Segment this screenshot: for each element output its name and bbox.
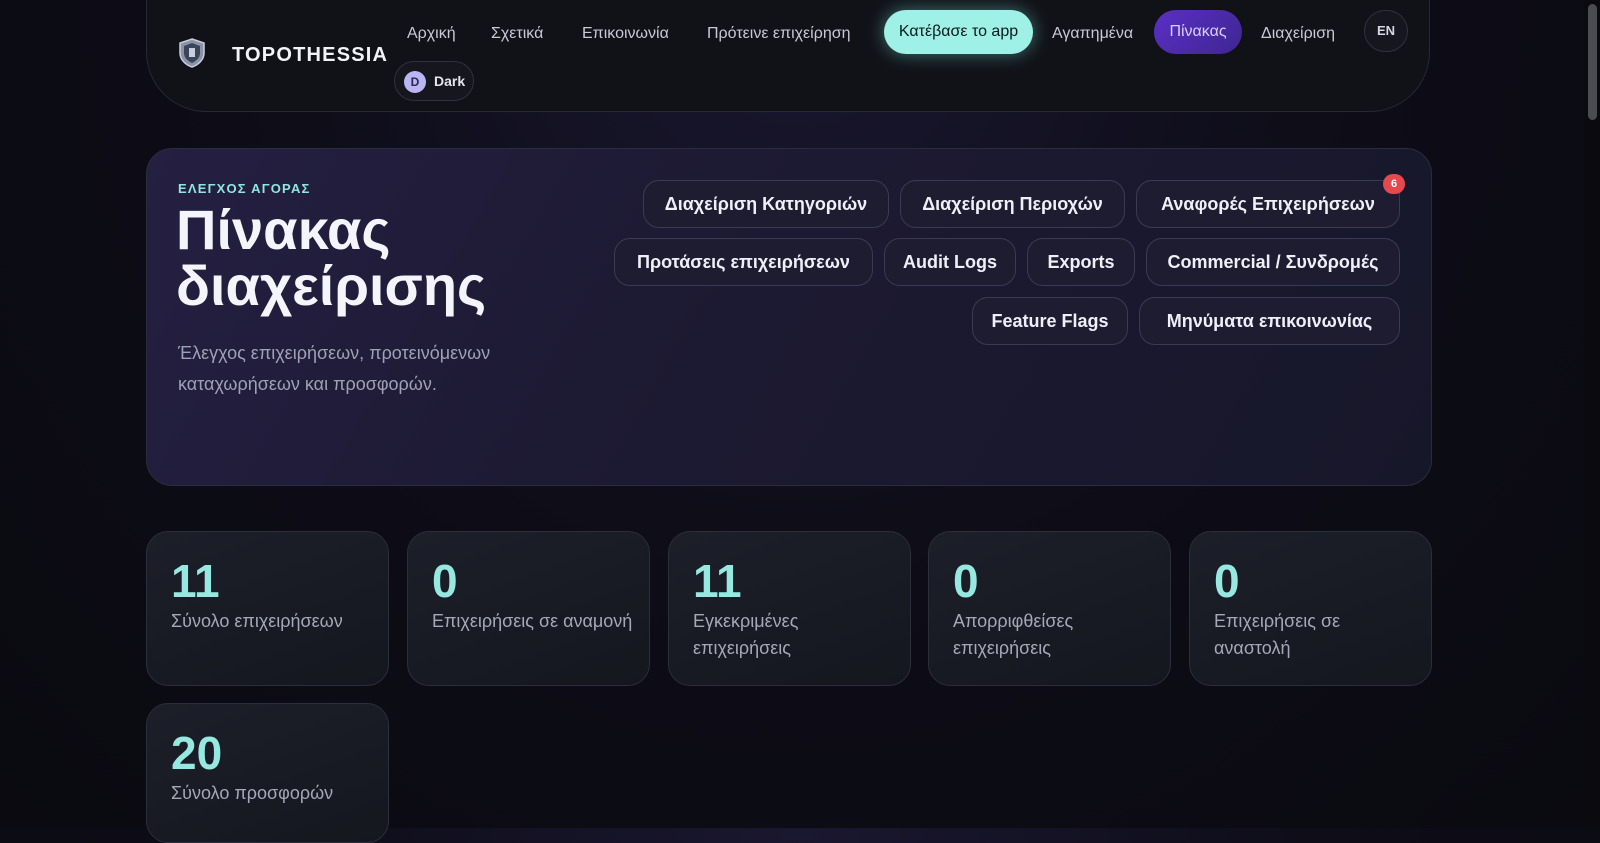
page-description: Έλεγχος επιχειρήσεων, προτεινόμενων κατα… [178, 343, 491, 394]
business-suggestions-button[interactable]: Προτάσεις επιχειρήσεων [614, 238, 873, 286]
commercial-subscriptions-button[interactable]: Commercial / Συνδρομές [1146, 238, 1400, 286]
page-scrollbar[interactable] [1584, 0, 1600, 828]
theme-toggle-button[interactable]: D Dark [394, 61, 474, 101]
stat-card-pending-businesses: 0 Επιχειρήσεις σε αναμονή [407, 531, 650, 686]
nav-about[interactable]: Σχετικά [481, 14, 553, 54]
section-eyebrow: ΕΛΕΓΧΟΣ ΑΓΟΡΑΣ [178, 181, 311, 196]
nav-home[interactable]: Αρχική [397, 14, 466, 54]
stat-label: Σύνολο επιχειρήσεων [171, 611, 343, 631]
stat-label: Επιχειρήσεις σε αναμονή [432, 611, 633, 631]
reports-count-badge: 6 [1383, 174, 1405, 194]
stat-card-approved-businesses: 11 Εγκεκριμένες επιχειρήσεις [668, 531, 911, 686]
stat-label: Εγκεκριμένες επιχειρήσεις [693, 611, 799, 658]
nav-favorites[interactable]: Αγαπημένα [1042, 14, 1143, 54]
stat-value: 0 [1214, 555, 1240, 607]
exports-button[interactable]: Exports [1027, 238, 1135, 286]
audit-logs-button[interactable]: Audit Logs [884, 238, 1016, 286]
stat-label: Επιχειρήσεις σε αναστολή [1214, 611, 1341, 658]
stat-value: 11 [171, 555, 220, 607]
theme-label: Dark [434, 73, 466, 89]
stat-card-total-offers: 20 Σύνολο προσφορών [146, 703, 389, 843]
page-title: Πίνακας διαχείρισης [176, 198, 487, 317]
nav-admin[interactable]: Διαχείριση [1251, 14, 1345, 54]
scrollbar-thumb[interactable] [1588, 4, 1597, 120]
brand-name[interactable]: TOPOTHESSIA [232, 44, 388, 67]
nav-dashboard-active[interactable]: Πίνακας [1154, 10, 1242, 54]
stat-value: 0 [432, 555, 458, 607]
nav-contact[interactable]: Επικοινωνία [572, 14, 679, 54]
language-switch-button[interactable]: EN [1364, 10, 1408, 52]
stat-value: 11 [693, 555, 742, 607]
manage-areas-button[interactable]: Διαχείριση Περιοχών [900, 180, 1125, 228]
stat-value: 0 [953, 555, 979, 607]
stat-label: Σύνολο προσφορών [171, 783, 334, 803]
stat-card-suspended-businesses: 0 Επιχειρήσεις σε αναστολή [1189, 531, 1432, 686]
stat-card-total-businesses: 11 Σύνολο επιχειρήσεων [146, 531, 389, 686]
nav-suggest-business[interactable]: Πρότεινε επιχείρηση [697, 14, 861, 54]
shield-logo-icon[interactable] [178, 38, 206, 68]
theme-indicator-icon: D [404, 71, 426, 93]
download-app-button[interactable]: Κατέβασε το app [884, 10, 1033, 54]
stat-label: Απορριφθείσες επιχειρήσεις [953, 611, 1074, 658]
contact-messages-button[interactable]: Μηνύματα επικοινωνίας [1139, 297, 1400, 345]
business-reports-button[interactable]: Αναφορές Επιχειρήσεων [1136, 180, 1400, 228]
stat-value: 20 [171, 727, 223, 779]
manage-categories-button[interactable]: Διαχείριση Κατηγοριών [643, 180, 889, 228]
stat-card-rejected-businesses: 0 Απορριφθείσες επιχειρήσεις [928, 531, 1171, 686]
feature-flags-button[interactable]: Feature Flags [972, 297, 1128, 345]
